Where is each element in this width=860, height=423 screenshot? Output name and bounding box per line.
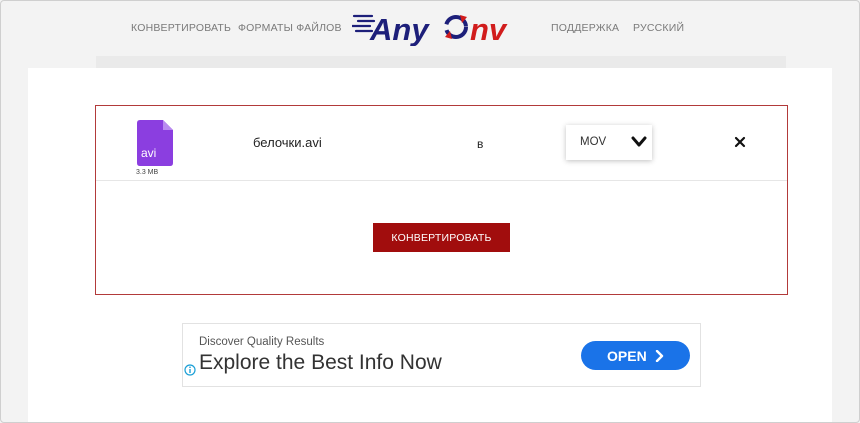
header-divider <box>96 56 786 68</box>
chevron-down-icon <box>631 136 647 147</box>
nav-convert-link[interactable]: КОНВЕРТИРОВАТЬ <box>131 22 231 34</box>
nav-language-link[interactable]: РУССКИЙ <box>633 22 684 34</box>
output-format-select[interactable]: MOV <box>566 125 652 160</box>
file-row: avi 3.3 MB белочки.avi в MOV <box>96 106 787 181</box>
ad-open-button[interactable]: OPEN <box>581 341 690 370</box>
format-value: MOV <box>580 136 607 148</box>
file-ext-label: avi <box>141 146 156 160</box>
remove-file-close-icon[interactable] <box>733 135 747 149</box>
anyconv-logo[interactable]: Any nv <box>352 10 530 46</box>
ad-subtitle: Discover Quality Results <box>199 336 325 348</box>
convert-button[interactable]: КОНВЕРТИРОВАТЬ <box>373 223 510 252</box>
ad-title[interactable]: Explore the Best Info Now <box>199 351 442 375</box>
svg-text:Any: Any <box>369 12 430 46</box>
nav-file-formats-link[interactable]: ФОРМАТЫ ФАЙЛОВ <box>238 22 342 34</box>
svg-text:nv: nv <box>470 12 508 46</box>
chevron-right-icon <box>655 350 664 362</box>
file-size: 3.3 MB <box>136 169 159 176</box>
ad-info-icon[interactable] <box>184 364 196 376</box>
site-header: КОНВЕРТИРОВАТЬ ФОРМАТЫ ФАЙЛОВ Any nv ПОД… <box>0 0 860 56</box>
ad-open-label: OPEN <box>607 348 647 364</box>
ad-banner[interactable]: Discover Quality Results Explore the Bes… <box>182 323 701 387</box>
to-label: в <box>477 137 484 151</box>
file-name: белочки.avi <box>253 135 322 150</box>
converter-panel: avi 3.3 MB белочки.avi в MOV КОНВЕРТИРОВ… <box>95 105 788 295</box>
nav-support-link[interactable]: ПОДДЕРЖКА <box>551 22 619 34</box>
avi-file-icon: avi <box>137 120 173 166</box>
